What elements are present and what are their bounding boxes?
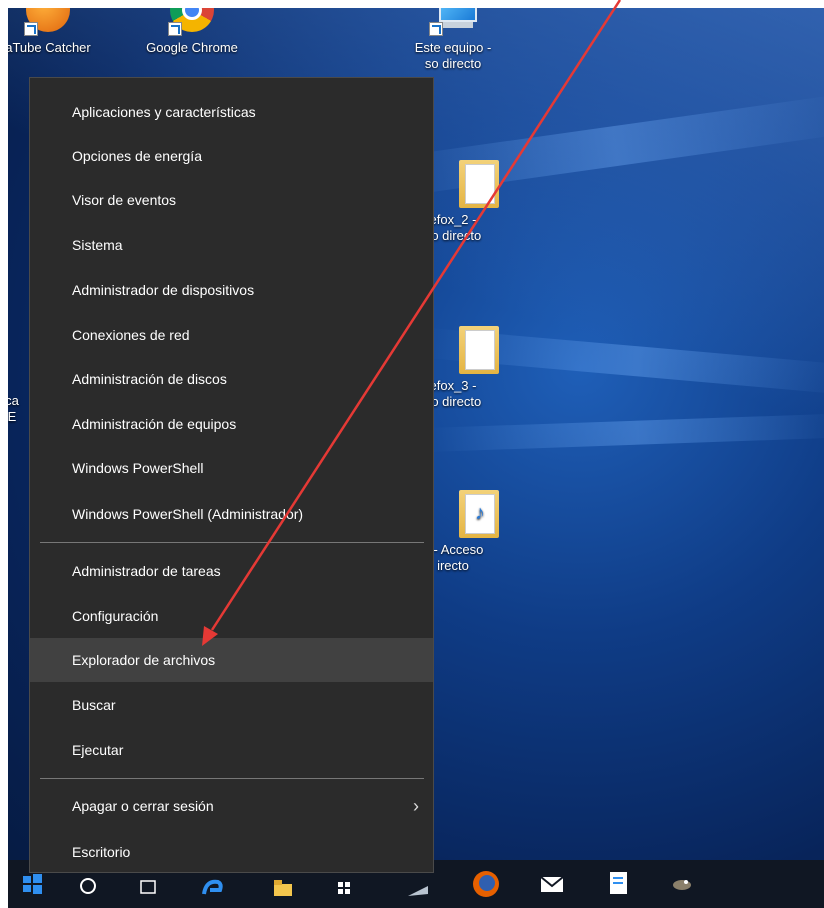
menu-item-label: Ejecutar [72, 742, 124, 758]
menu-item-settings[interactable]: Configuración [30, 594, 433, 638]
menu-item-device-manager[interactable]: Administrador de dispositivos [30, 268, 433, 312]
menu-item-run[interactable]: Ejecutar [30, 728, 433, 772]
desktop-icon-this-pc[interactable]: Este equipo - so directo [403, 8, 503, 72]
menu-item-network-connections[interactable]: Conexiones de red [30, 313, 433, 357]
menu-separator [40, 778, 424, 779]
shortcut-arrow-icon [429, 22, 443, 36]
menu-item-label: Apagar o cerrar sesión [72, 798, 214, 814]
shortcut-arrow-icon [168, 22, 182, 36]
folder-icon [459, 326, 499, 374]
menu-item-label: Sistema [72, 237, 123, 253]
menu-item-label: Explorador de archivos [72, 652, 216, 668]
folder-icon: ♪ [459, 490, 499, 538]
menu-item-label: Windows PowerShell (Administrador) [72, 506, 304, 522]
menu-item-label: Visor de eventos [72, 192, 177, 208]
winx-context-menu: Aplicaciones y características Opciones … [29, 77, 434, 873]
menu-item-shutdown-signout[interactable]: Apagar o cerrar sesión › [30, 784, 433, 828]
desktop-icon-chrome[interactable]: Google Chrome [142, 8, 242, 56]
menu-item-label: Escritorio [72, 844, 131, 860]
menu-separator [40, 542, 424, 543]
menu-item-powershell-admin[interactable]: Windows PowerShell (Administrador) [30, 492, 433, 536]
menu-item-disk-management[interactable]: Administración de discos [30, 357, 433, 401]
menu-item-label: Conexiones de red [72, 327, 190, 343]
menu-item-label: Administrador de tareas [72, 563, 221, 579]
menu-item-event-viewer[interactable]: Visor de eventos [30, 178, 433, 222]
desktop-icon-label: aTube Catcher [8, 40, 91, 55]
desktop-icon-label-2: so directo [424, 56, 482, 71]
menu-item-label: Administrador de dispositivos [72, 282, 255, 298]
this-pc-icon [439, 8, 477, 22]
menu-item-apps-features[interactable]: Aplicaciones y características [30, 90, 433, 134]
menu-item-system[interactable]: Sistema [30, 223, 433, 267]
menu-item-label: Administración de discos [72, 371, 227, 387]
menu-item-search[interactable]: Buscar [30, 683, 433, 727]
menu-item-label: Windows PowerShell [72, 460, 204, 476]
desktop-icon-label: Google Chrome [146, 40, 238, 55]
gimp-icon[interactable] [664, 866, 700, 902]
menu-item-desktop[interactable]: Escritorio [30, 830, 433, 874]
wallpaper-beam [427, 413, 824, 452]
menu-item-label: Administración de equipos [72, 416, 237, 432]
chevron-right-icon: › [413, 796, 419, 816]
menu-item-file-explorer[interactable]: Explorador de archivos [30, 638, 433, 682]
menu-item-label: Buscar [72, 697, 116, 713]
document-icon[interactable] [600, 866, 636, 902]
menu-item-powershell[interactable]: Windows PowerShell [30, 446, 433, 490]
mail-icon[interactable] [534, 866, 570, 902]
desktop-icon-label: Este equipo - [414, 40, 492, 55]
menu-item-label: Opciones de energía [72, 148, 202, 164]
menu-item-computer-management[interactable]: Administración de equipos [30, 402, 433, 446]
desktop-icon-atube[interactable]: aTube Catcher [8, 8, 98, 56]
folder-icon [459, 160, 499, 208]
menu-item-label: Aplicaciones y características [72, 104, 256, 120]
menu-item-label: Configuración [72, 608, 159, 624]
shortcut-arrow-icon [24, 22, 38, 36]
firefox-icon[interactable] [468, 866, 504, 902]
menu-item-power-options[interactable]: Opciones de energía [30, 134, 433, 178]
menu-item-task-manager[interactable]: Administrador de tareas [30, 549, 433, 593]
